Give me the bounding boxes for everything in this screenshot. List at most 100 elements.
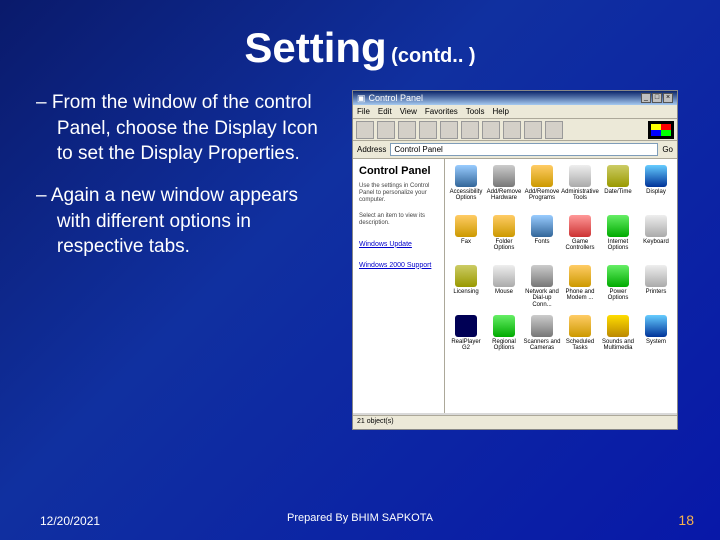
- tool-button[interactable]: [524, 121, 542, 139]
- cp-icon-glyph: [645, 265, 667, 287]
- menu-item[interactable]: Favorites: [425, 107, 458, 116]
- title-sub: (contd.. ): [391, 45, 475, 67]
- icon-grid: Accessibility OptionsAdd/Remove Hardware…: [445, 159, 677, 413]
- cp-icon-glyph: [531, 315, 553, 337]
- cp-icon-glyph: [607, 315, 629, 337]
- control-panel-window: ▣ Control Panel _ □ × File Edit View Fav…: [352, 90, 678, 430]
- cp-icon-label: Accessibility Options: [447, 189, 485, 202]
- cp-icon[interactable]: Network and Dial-up Conn...: [523, 263, 561, 311]
- cp-icon-glyph: [455, 315, 477, 337]
- cp-icon-glyph: [493, 215, 515, 237]
- bullet-list: From the window of the control Panel, ch…: [36, 90, 336, 430]
- cp-icon-glyph: [531, 165, 553, 187]
- cp-icon-glyph: [645, 315, 667, 337]
- cp-icon-label: Display: [646, 189, 666, 195]
- slide-footer: 12/20/2021 Prepared By BHIM SAPKOTA 18: [0, 512, 720, 528]
- cp-icon-glyph: [645, 165, 667, 187]
- cp-icon-glyph: [493, 265, 515, 287]
- up-button[interactable]: [398, 121, 416, 139]
- cp-icon-label: Folder Options: [485, 239, 523, 252]
- cp-icon[interactable]: Game Controllers: [561, 213, 599, 261]
- cp-icon[interactable]: RealPlayer G2: [447, 313, 485, 361]
- cp-icon[interactable]: Mouse: [485, 263, 523, 311]
- cp-icon-glyph: [531, 265, 553, 287]
- cp-icon[interactable]: Fax: [447, 213, 485, 261]
- history-button[interactable]: [461, 121, 479, 139]
- cp-icon-label: Licensing: [453, 289, 478, 295]
- cp-icon-label: Network and Dial-up Conn...: [523, 289, 561, 308]
- menu-item[interactable]: Edit: [378, 107, 392, 116]
- cp-icon-glyph: [607, 165, 629, 187]
- cp-icon-glyph: [455, 215, 477, 237]
- menu-bar: File Edit View Favorites Tools Help: [353, 105, 677, 119]
- footer-page: 18: [678, 512, 694, 528]
- cp-icon-label: Game Controllers: [561, 239, 599, 252]
- cp-icon-label: Add/Remove Programs: [523, 189, 561, 202]
- minimize-button[interactable]: _: [641, 93, 651, 103]
- menu-item[interactable]: Help: [492, 107, 508, 116]
- side-link[interactable]: Windows Update: [359, 241, 438, 248]
- cp-icon-glyph: [645, 215, 667, 237]
- close-button[interactable]: ×: [663, 93, 673, 103]
- side-caption: Use the settings in Control Panel to per…: [359, 183, 438, 205]
- cp-icon[interactable]: Scanners and Cameras: [523, 313, 561, 361]
- forward-button[interactable]: [377, 121, 395, 139]
- cp-icon-label: Keyboard: [643, 239, 669, 245]
- cp-icon[interactable]: Sounds and Multimedia: [599, 313, 637, 361]
- cp-icon-label: Sounds and Multimedia: [599, 339, 637, 352]
- footer-author: Prepared By BHIM SAPKOTA: [287, 512, 433, 524]
- views-button[interactable]: [545, 121, 563, 139]
- cp-icon-label: Scanners and Cameras: [523, 339, 561, 352]
- cp-icon-glyph: [455, 265, 477, 287]
- title-main: Setting: [244, 24, 386, 71]
- menu-item[interactable]: File: [357, 107, 370, 116]
- status-bar: 21 object(s): [353, 415, 677, 429]
- folders-button[interactable]: [440, 121, 458, 139]
- cp-icon-glyph: [531, 215, 553, 237]
- cp-icon-label: Printers: [646, 289, 667, 295]
- cp-icon-label: Phone and Modem ...: [561, 289, 599, 302]
- toolbar: [353, 119, 677, 141]
- cp-icon[interactable]: Folder Options: [485, 213, 523, 261]
- cp-icon-glyph: [493, 165, 515, 187]
- address-field[interactable]: Control Panel: [390, 143, 658, 156]
- cp-icon[interactable]: System: [637, 313, 675, 361]
- cp-icon[interactable]: Phone and Modem ...: [561, 263, 599, 311]
- cp-icon[interactable]: Licensing: [447, 263, 485, 311]
- cp-icon-label: Mouse: [495, 289, 513, 295]
- cp-icon[interactable]: Power Options: [599, 263, 637, 311]
- cp-icon[interactable]: Date/Time: [599, 163, 637, 211]
- tool-button[interactable]: [503, 121, 521, 139]
- cp-icon-label: Administrative Tools: [561, 189, 599, 202]
- search-button[interactable]: [419, 121, 437, 139]
- side-link[interactable]: Windows 2000 Support: [359, 262, 438, 269]
- cp-icon-glyph: [493, 315, 515, 337]
- menu-item[interactable]: View: [400, 107, 417, 116]
- menu-item[interactable]: Tools: [466, 107, 485, 116]
- back-button[interactable]: [356, 121, 374, 139]
- cp-icon-label: RealPlayer G2: [447, 339, 485, 352]
- cp-icon-glyph: [569, 165, 591, 187]
- cp-icon-glyph: [569, 215, 591, 237]
- cp-icon-glyph: [569, 315, 591, 337]
- cp-icon[interactable]: Printers: [637, 263, 675, 311]
- cp-icon-label: Scheduled Tasks: [561, 339, 599, 352]
- cp-icon-label: Power Options: [599, 289, 637, 302]
- cp-icon[interactable]: Regional Options: [485, 313, 523, 361]
- cp-icon-label: Fonts: [534, 239, 549, 245]
- status-text: 21 object(s): [357, 418, 394, 427]
- bullet-item: From the window of the control Panel, ch…: [36, 90, 336, 167]
- go-button[interactable]: Go: [662, 145, 673, 154]
- side-caption: Select an item to view its description.: [359, 213, 438, 227]
- cp-icon[interactable]: Display: [637, 163, 675, 211]
- cp-icon[interactable]: Accessibility Options: [447, 163, 485, 211]
- cp-icon[interactable]: Internet Options: [599, 213, 637, 261]
- cp-icon[interactable]: Add/Remove Hardware: [485, 163, 523, 211]
- cp-icon[interactable]: Scheduled Tasks: [561, 313, 599, 361]
- tool-button[interactable]: [482, 121, 500, 139]
- maximize-button[interactable]: □: [652, 93, 662, 103]
- cp-icon[interactable]: Keyboard: [637, 213, 675, 261]
- cp-icon[interactable]: Fonts: [523, 213, 561, 261]
- cp-icon[interactable]: Add/Remove Programs: [523, 163, 561, 211]
- cp-icon[interactable]: Administrative Tools: [561, 163, 599, 211]
